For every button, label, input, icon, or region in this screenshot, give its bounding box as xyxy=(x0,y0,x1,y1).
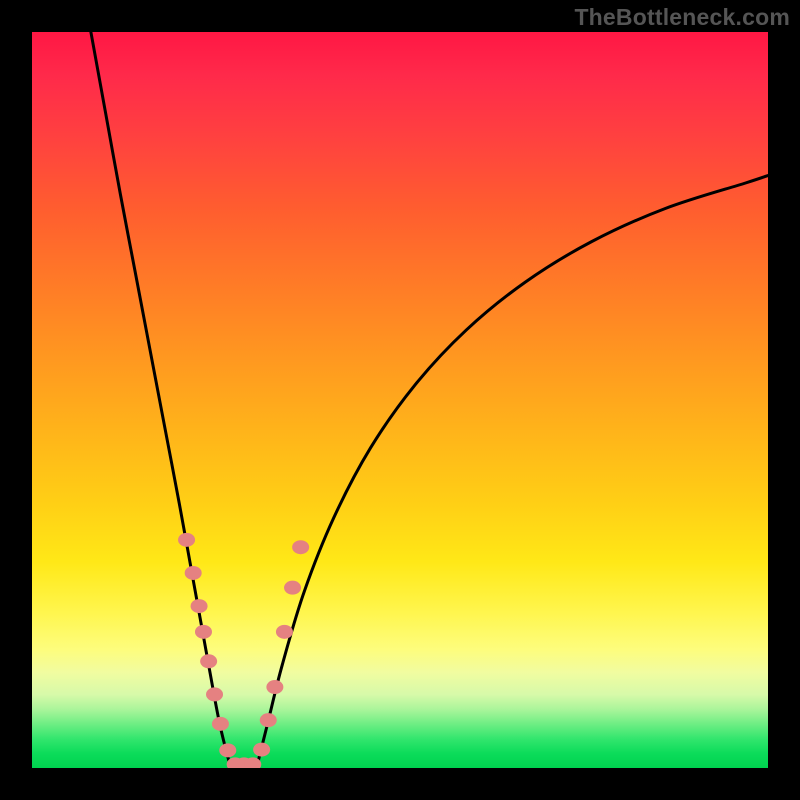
sample-dot xyxy=(219,743,236,757)
sample-dot xyxy=(178,533,195,547)
sample-dot xyxy=(200,654,217,668)
curve-layer xyxy=(32,32,768,768)
sample-dot xyxy=(253,743,270,757)
sample-dots xyxy=(178,533,309,768)
plot-area xyxy=(32,32,768,768)
sample-dot xyxy=(266,680,283,694)
sample-dot xyxy=(276,625,293,639)
sample-dot xyxy=(206,687,223,701)
sample-dot xyxy=(292,540,309,554)
sample-dot xyxy=(260,713,277,727)
sample-dot xyxy=(212,717,229,731)
sample-dot xyxy=(195,625,212,639)
bottleneck-curve xyxy=(91,32,768,768)
chart-frame: TheBottleneck.com xyxy=(0,0,800,800)
watermark-text: TheBottleneck.com xyxy=(574,4,790,31)
sample-dot xyxy=(185,566,202,580)
bottleneck-curve-path xyxy=(91,32,768,768)
sample-dot xyxy=(191,599,208,613)
sample-dot xyxy=(284,581,301,595)
